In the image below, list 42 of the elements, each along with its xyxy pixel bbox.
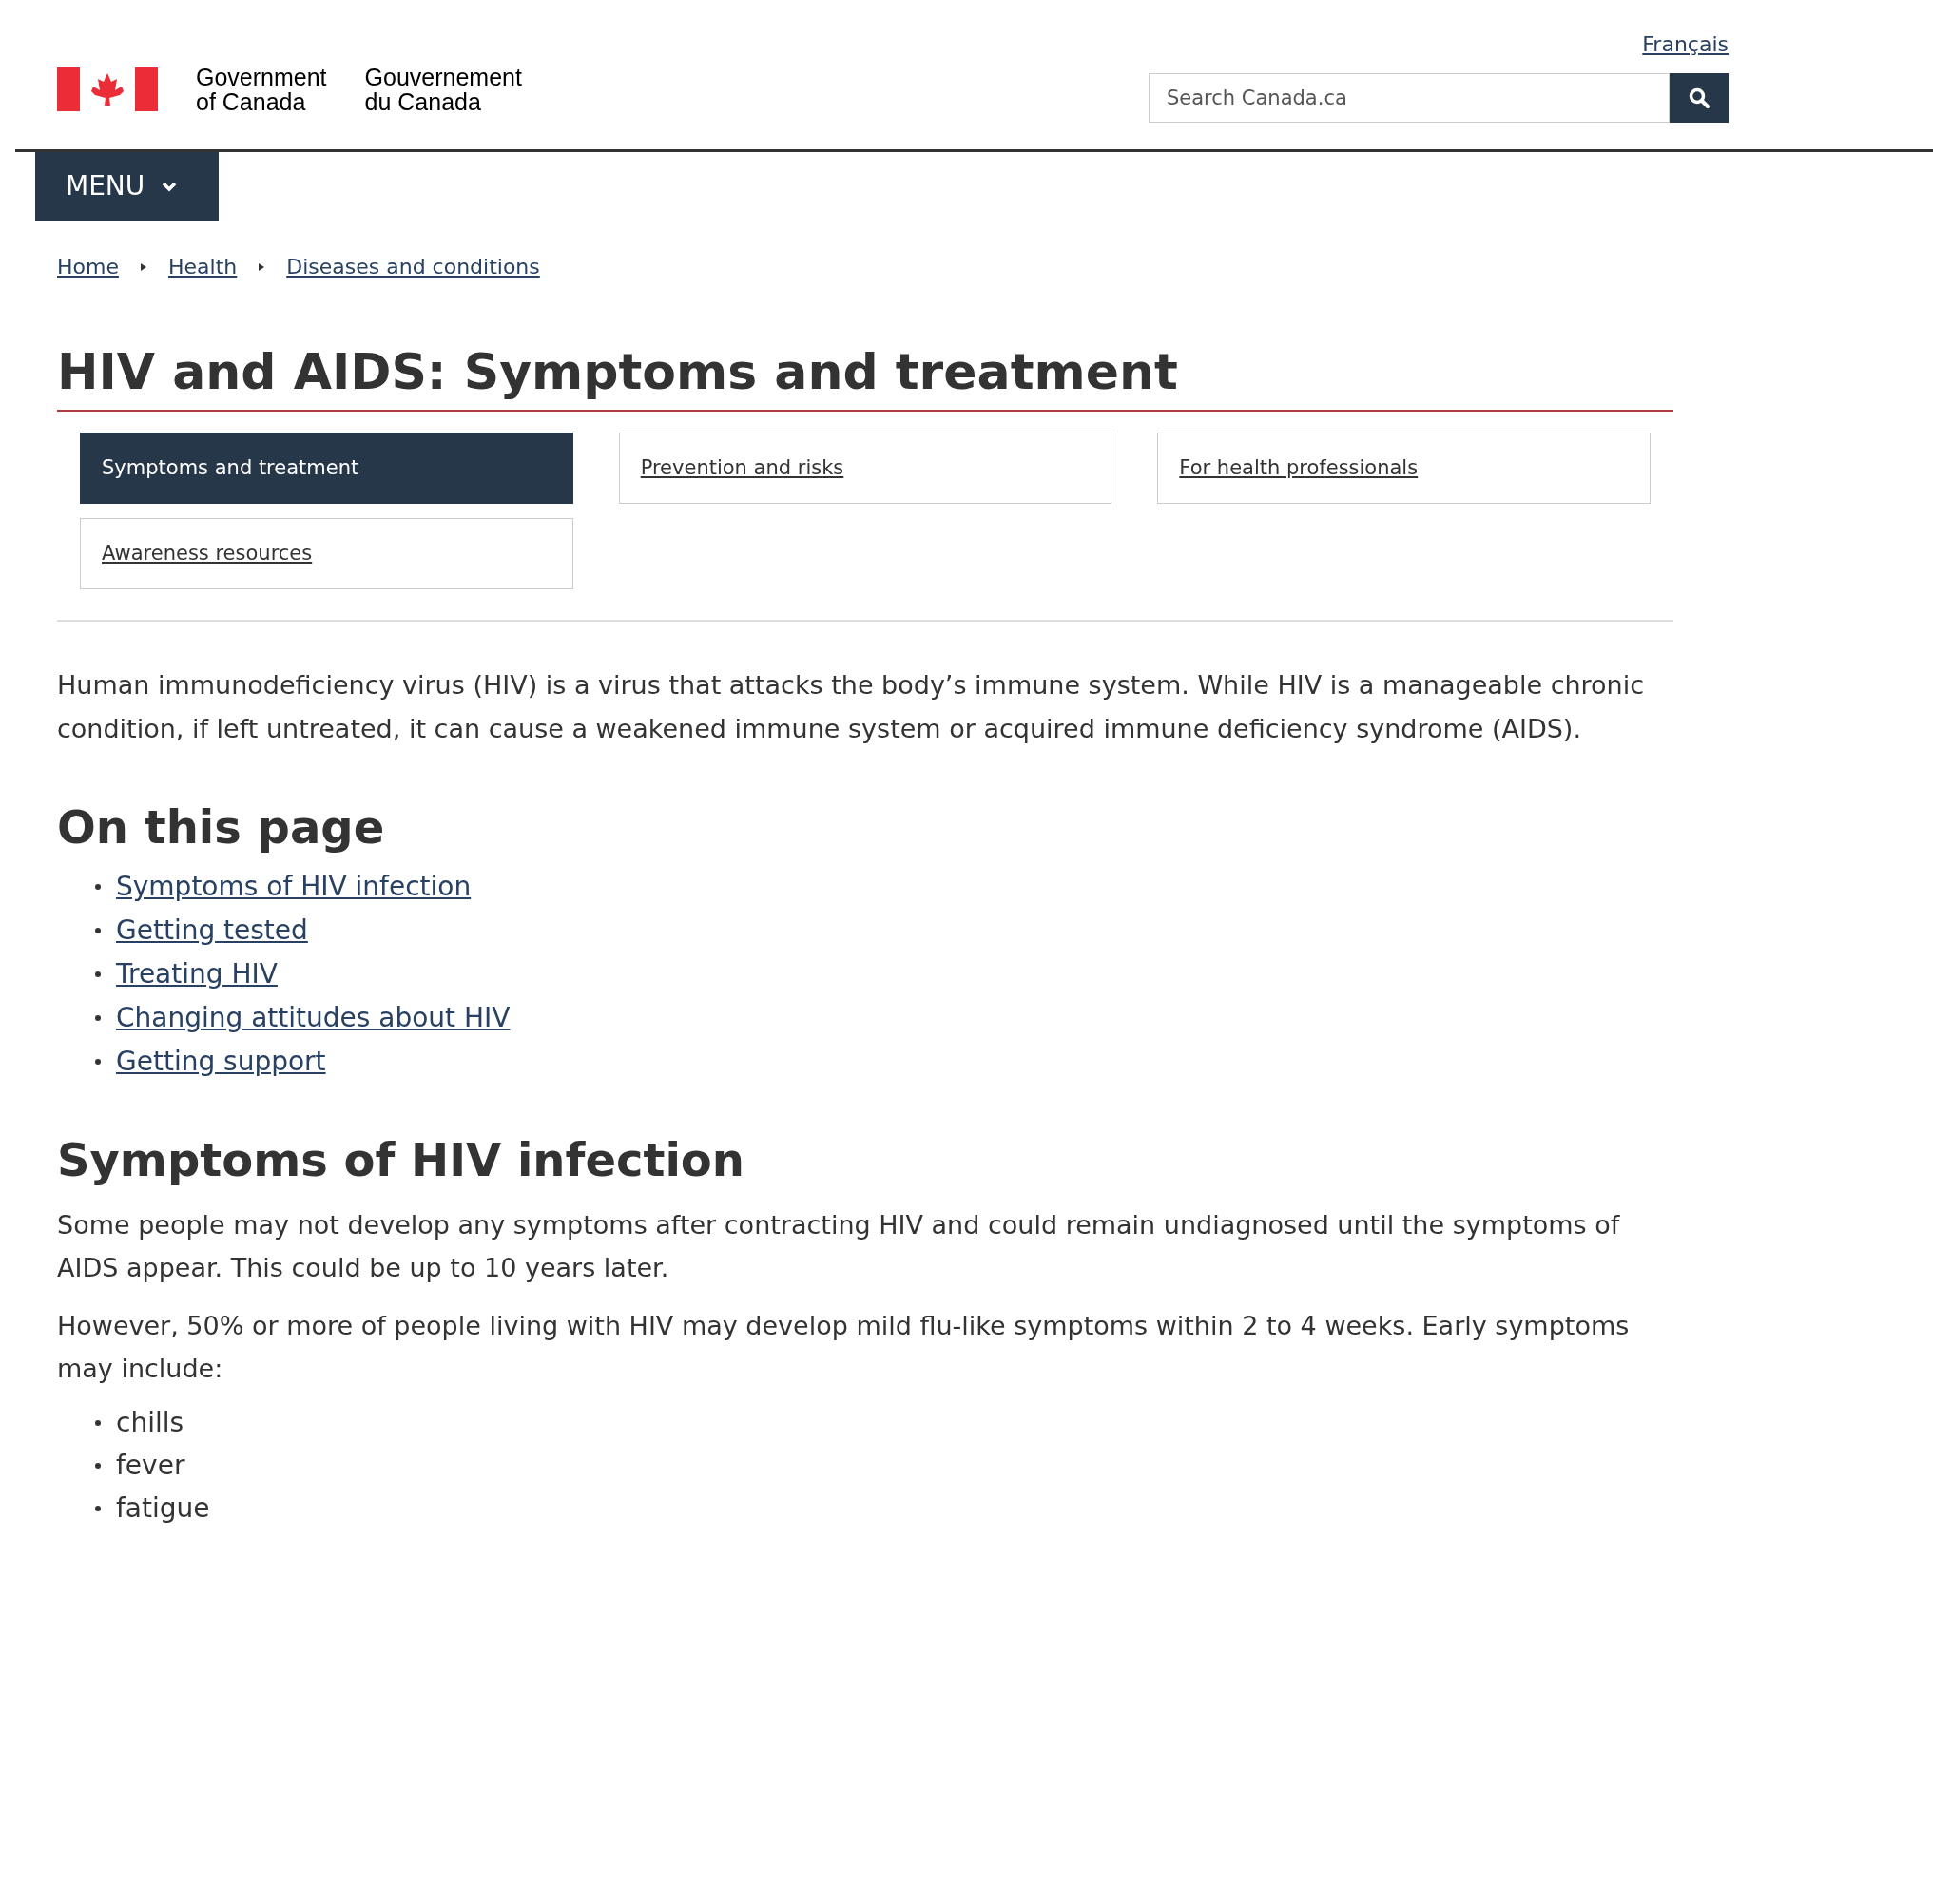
page-anchor-link[interactable]: Treating HIV [116, 954, 278, 994]
page-title: HIV and AIDS: Symptoms and treatment [57, 342, 1179, 402]
bullet-icon [95, 1015, 101, 1021]
search-field[interactable]: Search Canada.ca [1149, 73, 1670, 123]
symptom-item: chills [116, 1405, 184, 1440]
canada-flag-icon [57, 67, 158, 111]
breadcrumb-link[interactable]: Health [167, 251, 238, 282]
menu-button[interactable]: MENU [35, 152, 219, 221]
bullet-icon [95, 1059, 101, 1065]
symptom-item: fatigue [116, 1491, 210, 1526]
bullet-icon [95, 1505, 101, 1511]
intro-paragraph: Human immunodeficiency virus (HIV) is a virus that attacks the body’s immune system. While HIV is a manageable chronic condition, if left untreated, it can cause a weakened immune system or acquired immune deficiency syndrome (AIDS). [57, 669, 1646, 745]
signature-text: Government [196, 65, 327, 89]
page-anchor-link[interactable]: Getting tested [116, 911, 308, 951]
breadcrumb-arrow-icon [139, 261, 147, 272]
signature-text: du Canada [364, 89, 482, 114]
body-paragraph: Some people may not develop any symptoms after contracting HIV and could remain undiagnosed until the symptoms of AIDS appear. This could be up to 10 years later. [57, 1209, 1621, 1284]
section-tab[interactable]: Symptoms and treatment [80, 433, 573, 504]
section-heading: On this page [57, 799, 386, 856]
signature-text: of Canada [196, 89, 307, 114]
section-tab[interactable]: Prevention and risks [618, 433, 1112, 504]
section-tab[interactable]: Awareness resources [80, 518, 573, 589]
chevron-down-icon [162, 181, 178, 192]
signature-text: Gouvernement [364, 65, 522, 89]
page-anchor-link[interactable]: Getting support [116, 1042, 326, 1082]
symptom-item: fever [116, 1448, 185, 1483]
language-link[interactable]: Français [1642, 29, 1729, 60]
bullet-icon [95, 928, 101, 933]
page-anchor-link[interactable]: Symptoms of HIV infection [116, 867, 472, 907]
breadcrumb-link[interactable]: Diseases and conditions [286, 251, 540, 282]
bullet-icon [95, 1419, 101, 1426]
body-paragraph: However, 50% or more of people living with HIV may develop mild flu-like symptoms within 2 to 4 weeks. Early symptoms may include: [57, 1310, 1631, 1385]
section-heading: Symptoms of HIV infection [57, 1132, 745, 1188]
bullet-icon [95, 884, 101, 890]
bullet-icon [95, 971, 101, 977]
breadcrumb-arrow-icon [258, 261, 266, 272]
search-icon [1688, 87, 1711, 109]
breadcrumb-link[interactable]: Home [57, 251, 119, 282]
bullet-icon [95, 1462, 101, 1469]
page-anchor-link[interactable]: Changing attitudes about HIV [116, 998, 511, 1038]
section-tab[interactable]: For health professionals [1157, 433, 1651, 504]
search-button[interactable] [1670, 73, 1729, 123]
